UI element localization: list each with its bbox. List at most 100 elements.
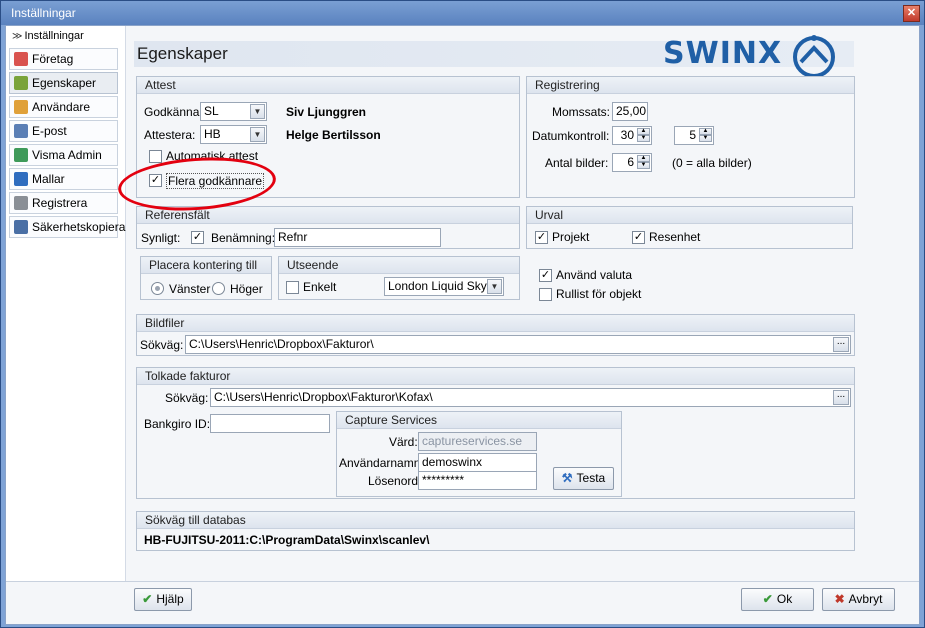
visma-icon xyxy=(14,148,28,162)
theme-combo[interactable]: London Liquid Sky ▼ xyxy=(384,277,504,296)
synligt-label: Synligt: xyxy=(141,231,181,245)
godkanna-label: Godkänna: xyxy=(144,105,203,119)
backup-icon xyxy=(14,220,28,234)
nav-item-visma-admin[interactable]: Visma Admin xyxy=(9,144,118,166)
spinner-arrows-icon[interactable]: ▲ ▼ xyxy=(637,155,650,170)
registrering-header: Registrering xyxy=(527,77,854,94)
register-icon xyxy=(14,196,28,210)
hoger-label: Höger xyxy=(230,282,263,296)
browse-button[interactable]: ... xyxy=(833,337,849,352)
losenord-value: ********* xyxy=(422,473,465,487)
vanster-label: Vänster xyxy=(169,282,211,296)
nav-header-label: Inställningar xyxy=(24,30,84,42)
close-icon: ✖ xyxy=(834,592,845,606)
anvandarnamn-field[interactable]: demoswinx xyxy=(418,453,537,472)
resenhet-label: Resenhet xyxy=(649,230,701,244)
browse-button[interactable]: ... xyxy=(833,390,849,405)
datumkontroll-label: Datumkontroll: xyxy=(532,129,610,143)
enkelt-checkbox[interactable] xyxy=(286,281,299,294)
tolkade-fakturor-group: Tolkade fakturor Sökväg: C:\Users\Henric… xyxy=(136,367,855,499)
checkmark-icon: ✔ xyxy=(142,592,153,606)
auto-attest-checkbox[interactable] xyxy=(149,150,162,163)
nav-item-registrera[interactable]: Registrera xyxy=(9,192,118,214)
help-button[interactable]: ✔ Hjälp xyxy=(134,588,192,611)
losenord-field[interactable]: ********* xyxy=(418,471,537,490)
vanster-radio[interactable] xyxy=(151,282,164,295)
momssats-value: 25,00 xyxy=(616,104,647,118)
nav-item-anvandare[interactable]: Användare xyxy=(9,96,118,118)
window-titlebar[interactable]: Inställningar ✕ xyxy=(1,1,924,25)
swinx-logo: SWINX xyxy=(663,32,843,78)
nav-item-label: Registrera xyxy=(32,196,88,210)
antal-bilder-spinner[interactable]: 6 ▲ ▼ xyxy=(612,153,652,172)
attestera-combo[interactable]: HB ▼ xyxy=(200,125,267,144)
window-title: Inställningar xyxy=(11,6,76,20)
nav-item-label: E-post xyxy=(32,124,67,138)
bankgiro-label: Bankgiro ID: xyxy=(144,417,211,431)
flera-godkannare-checkbox[interactable]: ✓ xyxy=(149,174,162,187)
cancel-button[interactable]: ✖ Avbryt xyxy=(822,588,895,611)
vard-field[interactable]: captureservices.se xyxy=(418,432,537,451)
momssats-field[interactable]: 25,00 xyxy=(612,102,648,121)
properties-panel: Egenskaper SWINX Attest Godkänna: SL ▼ S… xyxy=(128,26,919,581)
rullist-checkbox[interactable] xyxy=(539,288,552,301)
benamning-field[interactable]: Refnr xyxy=(274,228,441,247)
spinner-arrows-icon[interactable]: ▲ ▼ xyxy=(637,128,650,143)
godkanna-name: Siv Ljunggren xyxy=(286,105,367,119)
chevron-down-icon[interactable]: ▼ xyxy=(487,279,502,294)
attest-header: Attest xyxy=(137,77,519,94)
projekt-label: Projekt xyxy=(552,230,590,244)
nav-item-epost[interactable]: E-post xyxy=(9,120,118,142)
nav-item-label: Företag xyxy=(32,52,74,66)
bildfiler-sokvag-field[interactable]: C:\Users\Henric\Dropbox\Fakturor\ ... xyxy=(185,335,851,354)
ok-button[interactable]: ✔ Ok xyxy=(741,588,814,611)
window-client: ≫ Inställningar Företag Egenskaper Använd… xyxy=(5,25,920,625)
datumkontroll-spinner-2[interactable]: 5 ▲ ▼ xyxy=(674,126,714,145)
databas-path: HB-FUJITSU-2011:C:\ProgramData\Swinx\sca… xyxy=(144,533,430,547)
godkanna-combo[interactable]: SL ▼ xyxy=(200,102,267,121)
hoger-radio[interactable] xyxy=(212,282,225,295)
resenhet-checkbox[interactable]: ✓ xyxy=(632,231,645,244)
tolkade-sokvag-field[interactable]: C:\Users\Henric\Dropbox\Fakturor\Kofax\ … xyxy=(210,388,851,407)
dialog-footer: ✔ Hjälp ✔ Ok ✖ Avbryt xyxy=(6,581,919,624)
synligt-checkbox[interactable]: ✓ xyxy=(191,231,204,244)
bankgiro-field[interactable] xyxy=(210,414,330,433)
projekt-checkbox[interactable]: ✓ xyxy=(535,231,548,244)
chevron-down-icon[interactable]: ▼ xyxy=(250,127,265,142)
tolkade-fakturor-header: Tolkade fakturor xyxy=(137,368,854,385)
registrering-group: Registrering Momssats: 25,00 Datumkontro… xyxy=(526,76,855,198)
cancel-label: Avbryt xyxy=(848,592,883,606)
attestera-name: Helge Bertilsson xyxy=(286,128,381,142)
nav-item-foretag[interactable]: Företag xyxy=(9,48,118,70)
nav-item-label: Användare xyxy=(32,100,91,114)
bildfiler-sokvag-value: C:\Users\Henric\Dropbox\Fakturor\ xyxy=(189,337,374,351)
anvand-valuta-checkbox[interactable]: ✓ xyxy=(539,269,552,282)
enkelt-label: Enkelt xyxy=(303,280,337,294)
datumkontroll-spinner-1[interactable]: 30 ▲ ▼ xyxy=(612,126,652,145)
logo-compass-icon xyxy=(793,35,835,78)
nav-item-egenskaper[interactable]: Egenskaper xyxy=(9,72,118,94)
referensfalt-group: Referensfält Synligt: ✓ Benämning: Refnr xyxy=(136,206,520,249)
bildfiler-header: Bildfiler xyxy=(137,315,854,332)
nav-item-label: Visma Admin xyxy=(32,148,102,162)
urval-group: Urval ✓ Projekt ✓ Resenhet xyxy=(526,206,853,249)
anvand-valuta-label: Använd valuta xyxy=(556,268,633,282)
nav-item-sakerhetskopiera[interactable]: Säkerhetskopiera xyxy=(9,216,125,238)
logo-text: SWINX xyxy=(663,36,783,71)
close-icon[interactable]: ✕ xyxy=(903,5,920,22)
email-icon xyxy=(14,124,28,138)
auto-attest-label: Automatisk attest xyxy=(166,149,259,163)
bildfiler-sokvag-label: Sökväg: xyxy=(140,338,184,352)
referensfalt-header: Referensfält xyxy=(137,207,519,224)
attestera-label: Attestera: xyxy=(144,128,196,142)
spinner-arrows-icon[interactable]: ▲ ▼ xyxy=(699,128,712,143)
ok-label: Ok xyxy=(776,592,793,606)
nav-item-mallar[interactable]: Mallar xyxy=(9,168,118,190)
chevron-down-icon[interactable]: ▼ xyxy=(250,104,265,119)
company-icon xyxy=(14,52,28,66)
testa-button[interactable]: ⚒ Testa xyxy=(553,467,614,490)
nav-header[interactable]: ≫ Inställningar xyxy=(6,26,125,46)
templates-icon xyxy=(14,172,28,186)
anvandarnamn-label: Användarnamn: xyxy=(339,456,424,470)
flera-godkannare-label: Flera godkännare xyxy=(166,173,265,189)
